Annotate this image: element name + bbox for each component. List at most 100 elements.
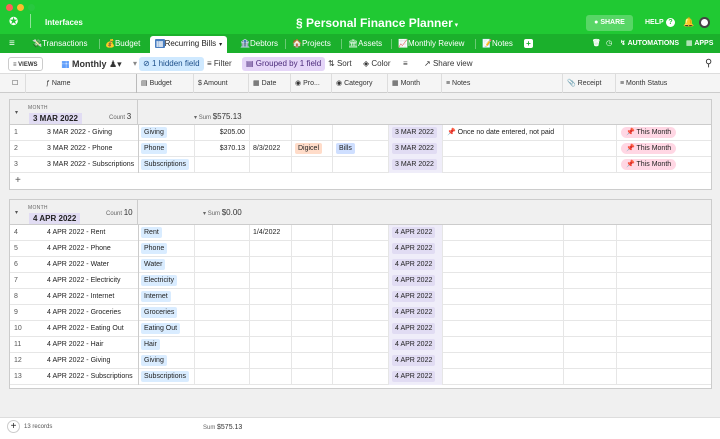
column-header-month-status[interactable]: ≡ Month Status [616,74,720,93]
provider-cell[interactable] [292,369,333,385]
row-height-icon[interactable]: ≡ [399,57,412,71]
select-all-checkbox[interactable]: ☐ [0,74,26,93]
name-cell[interactable]: 4 APR 2022 - Internet [36,289,139,305]
month-status-cell[interactable] [617,273,713,289]
column-header-amount[interactable]: $ Amount [194,74,249,93]
collapse-chevron-icon[interactable]: ▾ [15,209,18,216]
date-cell[interactable] [250,305,292,321]
table-row[interactable]: 11 4 APR 2022 - Hair Hair 4 APR 2022 [10,337,711,353]
month-cell[interactable]: 4 APR 2022 [389,273,443,289]
budget-cell[interactable]: Giving [138,353,195,369]
share-view-button[interactable]: ↗ Share view [420,57,477,71]
current-view-selector[interactable]: ▦ Monthly ♟▾ [57,57,126,71]
date-cell[interactable] [250,125,292,141]
amount-cell[interactable] [195,257,250,273]
month-cell[interactable]: 4 APR 2022 [389,337,443,353]
notes-cell[interactable] [443,321,564,337]
provider-cell[interactable] [292,157,333,173]
date-cell[interactable] [250,157,292,173]
add-record-button[interactable]: + [7,420,20,433]
name-cell[interactable]: 4 APR 2022 - Water [36,257,139,273]
month-status-cell[interactable] [617,353,713,369]
notes-cell[interactable] [443,141,564,157]
month-status-cell[interactable] [617,289,713,305]
tab-transactions[interactable]: 💸Transactions [32,37,87,52]
budget-cell[interactable]: Groceries [138,305,195,321]
provider-cell[interactable] [292,321,333,337]
views-button[interactable]: ≡ VIEWS [8,57,43,71]
column-header-receipt[interactable]: 📎 Receipt [563,74,616,93]
receipt-cell[interactable] [564,225,617,241]
history-icon[interactable]: ◷ [606,39,612,47]
category-cell[interactable] [333,241,389,257]
name-cell[interactable]: 3 MAR 2022 - Phone [36,141,139,157]
table-row[interactable]: 5 4 APR 2022 - Phone Phone 4 APR 2022 [10,241,711,257]
month-cell[interactable]: 4 APR 2022 [389,257,443,273]
month-cell[interactable]: 3 MAR 2022 [389,157,443,173]
month-status-cell[interactable]: 📌 This Month [617,141,713,157]
amount-cell[interactable] [195,273,250,289]
name-cell[interactable]: 4 APR 2022 - Groceries [36,305,139,321]
receipt-cell[interactable] [564,353,617,369]
column-header-budget[interactable]: ▤ Budget [137,74,194,93]
budget-cell[interactable]: Electricity [138,273,195,289]
tab-notes[interactable]: 📝Notes [482,37,513,52]
notes-cell[interactable]: 📌 Once no date entered, not paid [443,125,564,141]
receipt-cell[interactable] [564,305,617,321]
month-status-cell[interactable] [617,305,713,321]
budget-cell[interactable]: Phone [138,241,195,257]
date-cell[interactable] [250,289,292,305]
add-record-icon[interactable]: + [15,175,21,186]
amount-cell[interactable] [195,157,250,173]
receipt-cell[interactable] [564,289,617,305]
add-table-button[interactable]: + [524,39,533,48]
filter-button[interactable]: ≡ Filter [203,57,236,71]
category-cell[interactable]: Bills [333,141,389,157]
receipt-cell[interactable] [564,273,617,289]
budget-cell[interactable]: Water [138,257,195,273]
notes-cell[interactable] [443,273,564,289]
table-row[interactable]: 4 4 APR 2022 - Rent Rent 1/4/2022 4 APR 2022 [10,225,711,241]
color-button[interactable]: ◈ Color [359,57,395,71]
provider-cell[interactable] [292,289,333,305]
date-cell[interactable]: 8/3/2022 [250,141,292,157]
amount-cell[interactable]: $370.13 [195,141,250,157]
provider-cell[interactable] [292,273,333,289]
date-cell[interactable] [250,321,292,337]
bell-icon[interactable]: 🔔 [683,17,694,28]
category-cell[interactable] [333,157,389,173]
name-cell[interactable]: 3 MAR 2022 - Giving [36,125,139,141]
column-header-name[interactable]: ƒ Name [26,74,137,93]
hidden-fields-button[interactable]: ⊘ 1 hidden field [139,57,204,71]
column-header-notes[interactable]: ≡ Notes [442,74,563,93]
budget-cell[interactable]: Internet [138,289,195,305]
name-cell[interactable]: 4 APR 2022 - Giving [36,353,139,369]
month-cell[interactable]: 4 APR 2022 [389,321,443,337]
table-row[interactable]: 3 3 MAR 2022 - Subscriptions Subscriptio… [10,157,711,173]
share-button[interactable]: ● SHARE [586,15,633,31]
date-cell[interactable] [250,257,292,273]
search-icon[interactable]: ⚲ [701,57,716,71]
base-title[interactable]: § Personal Finance Planner ▾ [296,16,458,30]
provider-cell[interactable] [292,125,333,141]
budget-cell[interactable]: Hair [138,337,195,353]
month-status-cell[interactable] [617,225,713,241]
chevron-down-icon[interactable]: ▾ [219,42,222,48]
month-status-cell[interactable] [617,321,713,337]
interfaces-link[interactable]: Interfaces [45,18,83,27]
table-row[interactable]: 7 4 APR 2022 - Electricity Electricity 4 AP… [10,273,711,289]
group-header[interactable]: ▾ MONTH 4 APR 2022 Count 10 ▾ Sum $0.00 [10,200,711,225]
month-cell[interactable]: 4 APR 2022 [389,305,443,321]
tab-projects[interactable]: 🏠Projects [292,37,331,52]
name-cell[interactable]: 4 APR 2022 - Subscriptions [36,369,139,385]
notes-cell[interactable] [443,305,564,321]
tab-recurring-bills[interactable]: ▦Recurring Bills ▾ [150,36,228,53]
table-row[interactable]: 13 4 APR 2022 - Subscriptions Subscription… [10,369,711,385]
sort-button[interactable]: ⇅ Sort [324,57,356,71]
notes-cell[interactable] [443,257,564,273]
budget-cell[interactable]: Giving [138,125,195,141]
notes-cell[interactable] [443,337,564,353]
receipt-cell[interactable] [564,157,617,173]
receipt-cell[interactable] [564,141,617,157]
column-header-category[interactable]: ◉ Category [332,74,388,93]
